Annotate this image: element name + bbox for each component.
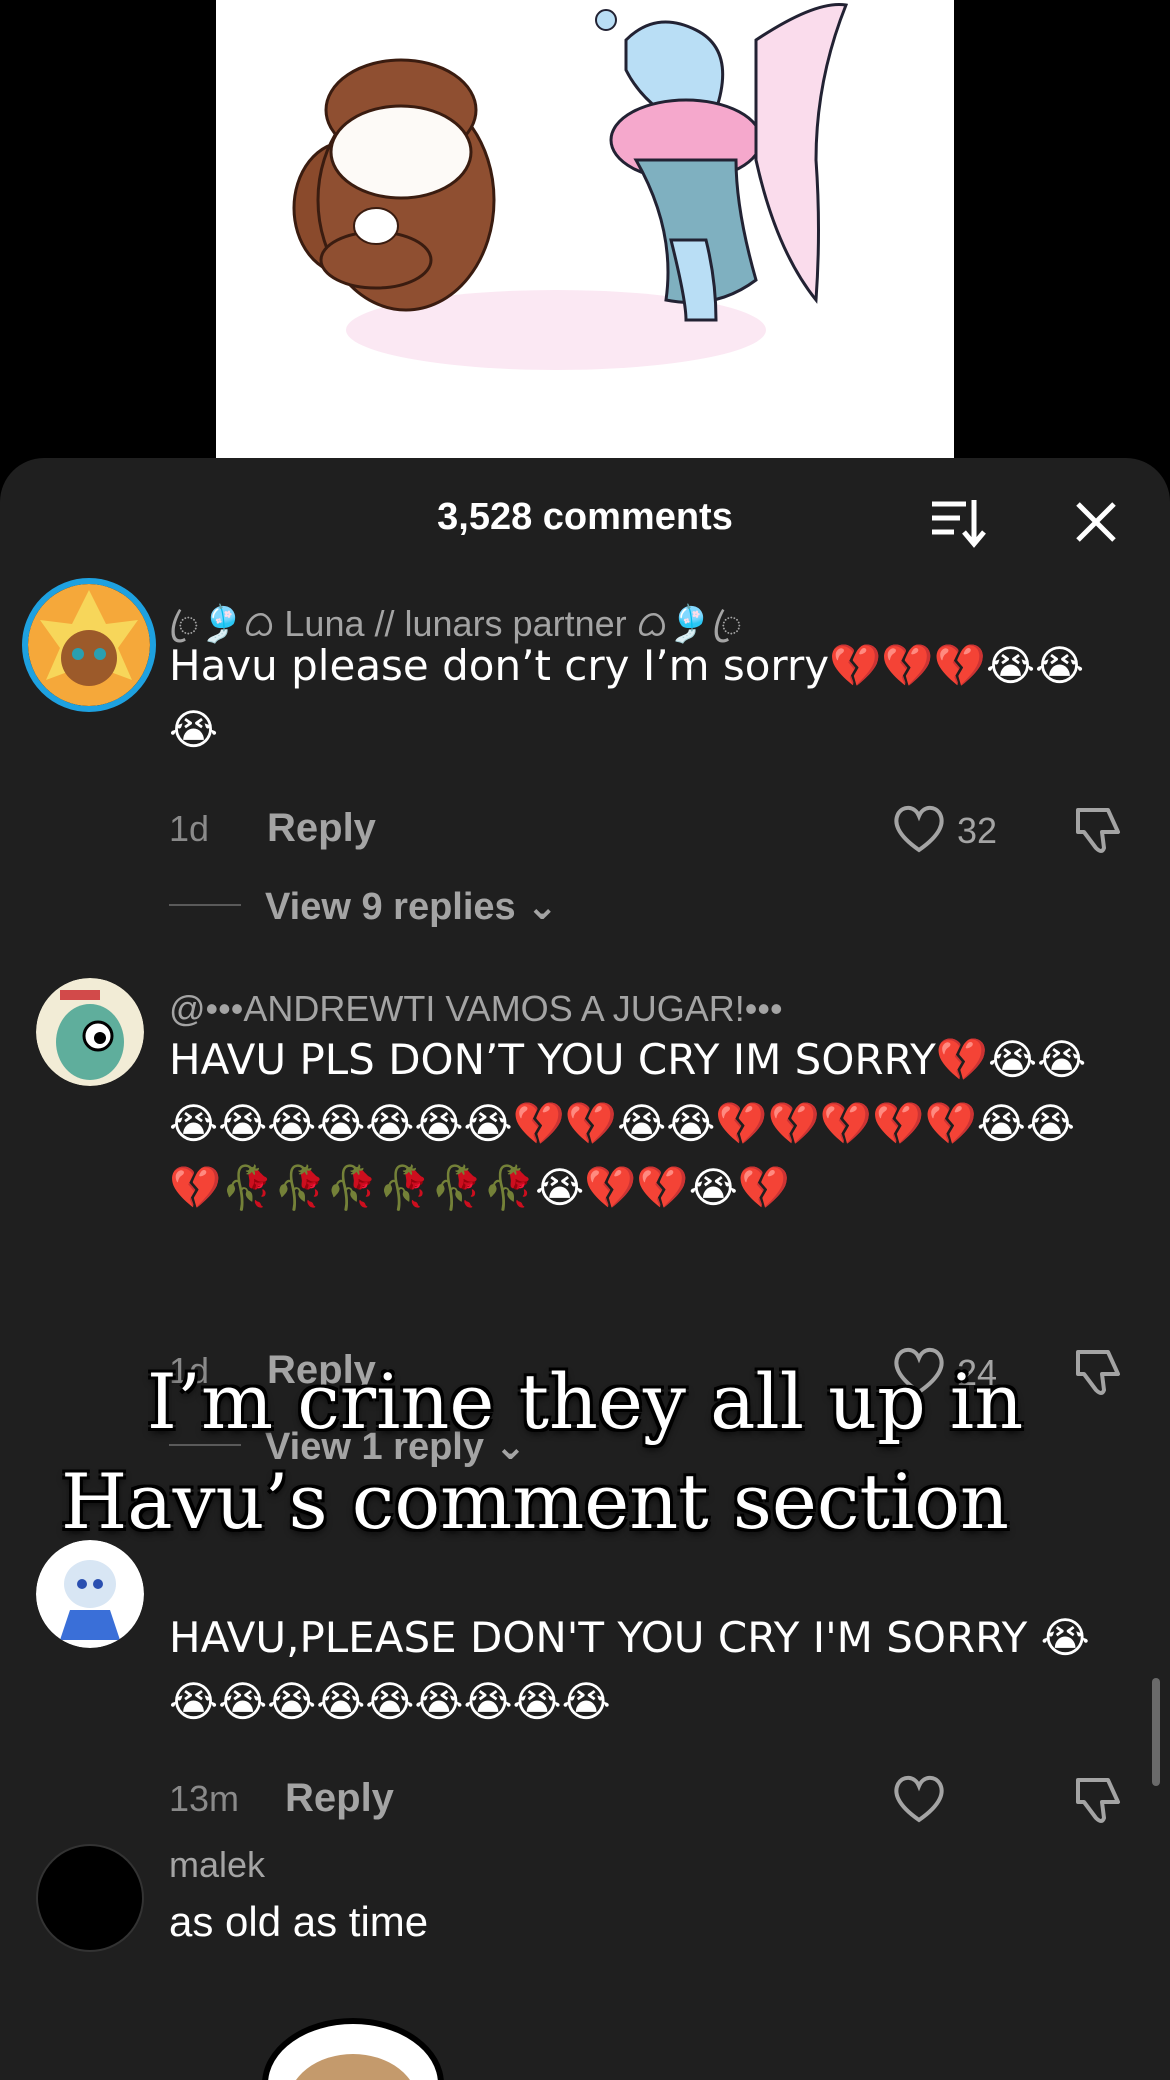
view-replies-label: View 1 reply ⌄ — [265, 1426, 527, 1468]
view-replies-button[interactable]: View 9 replies ⌄ — [169, 884, 569, 928]
comment-time: 1d — [169, 1350, 210, 1391]
divider-line — [169, 1444, 241, 1446]
heart-icon[interactable] — [892, 1346, 946, 1396]
avatar[interactable] — [22, 578, 156, 712]
heart-icon[interactable] — [892, 804, 946, 854]
video-preview[interactable] — [0, 0, 1170, 460]
chevron-down-icon: ⌄ — [526, 886, 559, 928]
dislike-icon[interactable] — [1072, 1774, 1124, 1826]
comment-time: 13m — [169, 1778, 240, 1819]
partial-avatar — [262, 2018, 444, 2080]
video-frame — [216, 0, 954, 458]
comment-text: Havu please don’t cry I’m sorry💔💔💔😭😭😭 — [169, 641, 1085, 754]
reply-button[interactable]: Reply — [267, 1348, 376, 1393]
comment-username[interactable]: malek — [169, 1844, 265, 1886]
chevron-down-icon: ⌄ — [494, 1426, 527, 1468]
sort-button[interactable] — [928, 494, 988, 550]
dislike-icon[interactable] — [1072, 1346, 1124, 1398]
heart-icon[interactable] — [892, 1774, 946, 1824]
close-button[interactable] — [1068, 494, 1124, 550]
like-count: 24 — [957, 1352, 998, 1393]
avatar[interactable] — [36, 1844, 144, 1952]
sort-icon — [932, 500, 986, 548]
reply-button[interactable]: Reply — [285, 1776, 394, 1821]
cartoon-illustration — [292, 2, 849, 370]
view-replies-label: View 9 replies ⌄ — [265, 886, 559, 928]
comments-sheet: 3,528 comments ꦿ🎐ᜊ Luna // lunars partne… — [0, 458, 1170, 2080]
view-replies-button[interactable]: View 1 reply ⌄ — [169, 1424, 569, 1468]
comment-username[interactable]: @•••ANDREWTI VAMOS A JUGAR!••• — [169, 988, 783, 1030]
like-count: 32 — [957, 810, 998, 851]
comment-text: HAVU,PLEASE DON'T YOU CRY I'M SORRY 😭😭😭😭… — [169, 1613, 1090, 1726]
divider-line — [169, 904, 241, 906]
avatar[interactable] — [36, 1540, 144, 1648]
comment-text: as old as time — [169, 1898, 429, 1945]
comments-count: 3,528 comments — [437, 496, 733, 538]
dislike-icon[interactable] — [1072, 804, 1124, 856]
avatar[interactable] — [36, 978, 144, 1086]
comment-time: 1d — [169, 808, 210, 849]
scrollbar[interactable] — [1152, 1678, 1160, 1786]
comments-header: 3,528 comments — [0, 458, 1170, 578]
comment-text: HAVU PLS DON’T YOU CRY IM SORRY💔😭😭😭😭😭😭😭😭… — [169, 1035, 1087, 1212]
reply-button[interactable]: Reply — [267, 806, 376, 851]
close-icon — [1076, 502, 1116, 542]
